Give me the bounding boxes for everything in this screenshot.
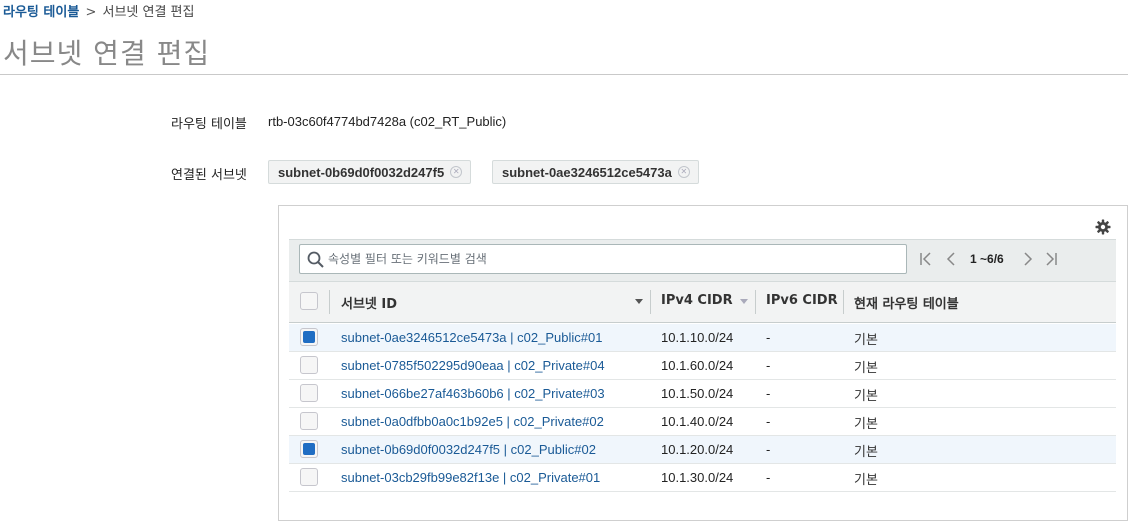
route-table-cell: 기본	[854, 417, 878, 432]
route-table-cell: 기본	[854, 361, 878, 376]
search-input[interactable]	[328, 245, 898, 273]
subnet-token: subnet-0b69d0f0032d247f5 ✕	[268, 160, 472, 184]
ipv4-cidr-cell: 10.1.50.0/24	[661, 386, 734, 401]
title-divider	[0, 74, 1128, 75]
remove-token-icon[interactable]: ✕	[450, 166, 463, 178]
ipv4-cidr-cell: 10.1.20.0/24	[661, 442, 734, 457]
column-divider	[650, 290, 651, 314]
column-header-current-route-table[interactable]: 현재 라우팅 테이블	[854, 293, 959, 312]
ipv6-cidr-cell: -	[766, 470, 771, 485]
route-table-label: 라우팅 테이블	[171, 117, 247, 132]
remove-token-icon[interactable]: ✕	[677, 166, 690, 178]
route-table-cell: 기본	[854, 333, 878, 348]
sort-down-icon[interactable]	[635, 299, 643, 304]
row-checkbox[interactable]	[300, 440, 318, 458]
ipv6-cidr-cell: -	[766, 386, 771, 401]
row-checkbox[interactable]	[300, 468, 318, 486]
associated-subnets-label: 연결된 서브넷	[171, 168, 247, 183]
ipv4-cidr-cell: 10.1.30.0/24	[661, 470, 734, 485]
row-checkbox[interactable]	[300, 412, 318, 430]
row-checkbox[interactable]	[300, 356, 318, 374]
route-table-cell: 기본	[854, 445, 878, 460]
settings-gear-icon[interactable]	[1095, 219, 1111, 235]
route-table-value: rtb-03c60f4774bd7428a (c02_RT_Public)	[268, 114, 507, 129]
ipv6-cidr-cell: -	[766, 330, 771, 345]
select-all-checkbox[interactable]	[300, 292, 318, 310]
subnet-link[interactable]: subnet-0785f502295d90eaa | c02_Private#0…	[341, 358, 605, 373]
pagination-text: 1 ~6/6	[970, 252, 1004, 266]
ipv6-cidr-cell: -	[766, 358, 771, 373]
ipv4-cidr-cell: 10.1.40.0/24	[661, 414, 734, 429]
search-icon	[307, 251, 324, 268]
next-page-icon[interactable]	[1021, 251, 1035, 267]
ipv6-cidr-cell: -	[766, 414, 771, 429]
route-table-cell: 기본	[854, 473, 878, 488]
subnet-link[interactable]: subnet-03cb29fb99e82f13e | c02_Private#0…	[341, 470, 600, 485]
previous-page-icon[interactable]	[944, 251, 958, 267]
subnet-token-label: subnet-0ae3246512ce5473a	[502, 164, 672, 180]
page-title: 서브넷 연결 편집	[3, 37, 211, 70]
route-table-cell: 기본	[854, 389, 878, 404]
ipv6-cidr-cell: -	[766, 442, 771, 457]
column-divider	[755, 290, 756, 314]
subnet-link[interactable]: subnet-0ae3246512ce5473a | c02_Public#01	[341, 330, 602, 345]
breadcrumb: 라우팅 테이블 > 서브넷 연결 편집	[3, 1, 194, 20]
subnet-link[interactable]: subnet-0a0dfbb0a0c1b92e5 | c02_Private#0…	[341, 414, 604, 429]
first-page-icon[interactable]	[919, 251, 933, 267]
row-checkbox[interactable]	[300, 328, 318, 346]
subnet-link[interactable]: subnet-066be27af463b60b6 | c02_Private#0…	[341, 386, 605, 401]
subnet-link[interactable]: subnet-0b69d0f0032d247f5 | c02_Public#02	[341, 442, 596, 457]
subnet-token-label: subnet-0b69d0f0032d247f5	[278, 164, 445, 180]
column-divider	[329, 290, 330, 314]
column-divider	[843, 290, 844, 314]
search-box	[299, 244, 907, 274]
breadcrumb-separator: >	[85, 5, 97, 20]
breadcrumb-route-tables-link[interactable]: 라우팅 테이블	[3, 5, 79, 20]
row-checkbox[interactable]	[300, 384, 318, 402]
sort-down-icon[interactable]	[740, 299, 748, 304]
subnet-token: subnet-0ae3246512ce5473a ✕	[492, 160, 699, 184]
ipv4-cidr-cell: 10.1.60.0/24	[661, 358, 734, 373]
ipv4-cidr-cell: 10.1.10.0/24	[661, 330, 734, 345]
column-header-subnet-id[interactable]: 서브넷 ID	[341, 293, 397, 312]
column-header-ipv6-cidr[interactable]: IPv6 CIDR	[766, 293, 838, 308]
column-header-ipv4-cidr[interactable]: IPv4 CIDR	[661, 293, 733, 308]
breadcrumb-current: 서브넷 연결 편집	[102, 5, 195, 20]
last-page-icon[interactable]	[1044, 251, 1058, 267]
